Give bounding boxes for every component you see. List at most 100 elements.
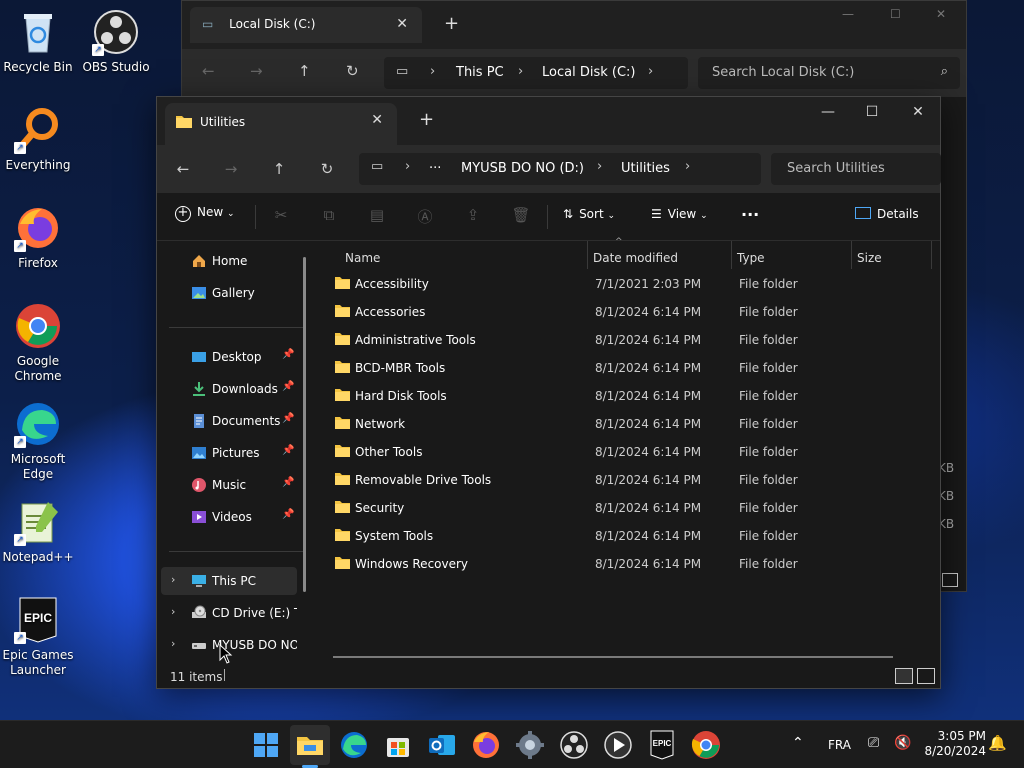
notifications-icon[interactable]: 🔔 bbox=[988, 734, 1007, 768]
back-arrow-icon[interactable]: ← bbox=[202, 62, 215, 80]
cut-icon[interactable]: ✂ bbox=[271, 206, 291, 226]
sidebar-item-documents[interactable]: Documents 📌 bbox=[161, 407, 297, 435]
desktop-icon-notepadpp[interactable]: ↗ Notepad++ bbox=[0, 498, 76, 565]
new-button[interactable]: + New ⌄ bbox=[175, 205, 235, 222]
maximize-icon[interactable]: ☐ bbox=[890, 7, 901, 21]
pin-icon[interactable]: 📌 bbox=[282, 381, 294, 392]
table-row[interactable]: Accessibility 7/1/2021 2:03 PM File folder bbox=[315, 269, 940, 297]
language-indicator[interactable]: FRA bbox=[828, 738, 851, 768]
search-box[interactable]: Search Local Disk (C:) ⌕ bbox=[698, 57, 960, 89]
breadcrumb-more[interactable]: ··· bbox=[429, 161, 441, 176]
pin-icon[interactable]: 📌 bbox=[282, 349, 294, 360]
store-icon[interactable] bbox=[382, 729, 414, 761]
tab-utilities[interactable]: Utilities ✕ bbox=[165, 103, 397, 145]
rename-icon[interactable]: Ⓐ bbox=[415, 206, 435, 226]
firefox-icon[interactable] bbox=[470, 729, 502, 761]
forward-arrow-icon[interactable]: → bbox=[250, 62, 263, 80]
refresh-icon[interactable]: ↻ bbox=[317, 159, 337, 179]
copy-icon[interactable]: ⧉ bbox=[319, 206, 339, 226]
delete-icon[interactable]: 🗑 bbox=[511, 206, 531, 226]
epic-games-icon[interactable]: EPIC bbox=[646, 729, 678, 761]
sidebar-item-home[interactable]: Home bbox=[161, 247, 297, 275]
chevron-right-icon[interactable]: › bbox=[171, 637, 175, 650]
forward-arrow-icon[interactable]: → bbox=[221, 159, 241, 179]
column-separator[interactable] bbox=[931, 241, 932, 269]
close-window-icon[interactable]: ✕ bbox=[936, 7, 946, 21]
up-arrow-icon[interactable]: ↑ bbox=[269, 159, 289, 179]
up-arrow-icon[interactable]: ↑ bbox=[298, 62, 311, 80]
chrome-icon[interactable] bbox=[690, 729, 722, 761]
file-explorer-icon[interactable] bbox=[294, 729, 326, 761]
pin-icon[interactable]: 📌 bbox=[282, 509, 294, 520]
column-separator[interactable] bbox=[851, 241, 852, 269]
table-row[interactable]: Administrative Tools 8/1/2024 6:14 PM File… bbox=[315, 325, 940, 353]
details-button[interactable]: Details bbox=[855, 207, 919, 221]
table-row[interactable]: Hard Disk Tools 8/1/2024 6:14 PM File fold… bbox=[315, 381, 940, 409]
view-button[interactable]: ☰ View ⌄ bbox=[651, 207, 708, 221]
table-row[interactable]: Removable Drive Tools 8/1/2024 6:14 PM Fil… bbox=[315, 465, 940, 493]
address-bar[interactable]: ▭ › ··· MYUSB DO NO (D:) › Utilities › bbox=[359, 153, 761, 185]
table-row[interactable]: Network 8/1/2024 6:14 PM File folder bbox=[315, 409, 940, 437]
clock[interactable]: 3:05 PM 8/20/2024 bbox=[922, 729, 986, 768]
chevron-right-icon[interactable]: › bbox=[171, 605, 175, 618]
paste-icon[interactable]: ▤ bbox=[367, 206, 387, 226]
network-icon[interactable]: ⎚ bbox=[868, 735, 879, 768]
start-icon[interactable] bbox=[250, 729, 282, 761]
new-tab-icon[interactable]: + bbox=[444, 13, 459, 34]
column-header-type[interactable]: Type bbox=[737, 241, 765, 269]
pin-icon[interactable]: 📌 bbox=[282, 445, 294, 456]
desktop-icon-obs[interactable]: ↗ OBS Studio bbox=[78, 8, 154, 75]
desktop-icon-edge[interactable]: ↗ Microsoft Edge bbox=[0, 400, 76, 482]
outlook-icon[interactable] bbox=[426, 729, 458, 761]
close-tab-icon[interactable]: ✕ bbox=[396, 16, 408, 32]
details-view-icon[interactable] bbox=[895, 668, 913, 684]
sidebar-item-downloads[interactable]: Downloads 📌 bbox=[161, 375, 297, 403]
desktop-icon-recycle-bin[interactable]: Recycle Bin bbox=[0, 8, 76, 75]
explorer-window-utilities[interactable]: Utilities ✕ + — ☐ ✕ ← → ↑ ↻ ▭ › ··· MYUS… bbox=[156, 96, 941, 689]
desktop-icon-epic-games[interactable]: EPIC ↗ Epic Games Launcher bbox=[0, 596, 76, 678]
column-separator[interactable] bbox=[731, 241, 732, 269]
minimize-icon[interactable]: — bbox=[842, 7, 854, 21]
minimize-icon[interactable]: — bbox=[805, 97, 851, 129]
table-row[interactable]: Security 8/1/2024 6:14 PM File folder bbox=[315, 493, 940, 521]
sidebar-item-music[interactable]: Music 📌 bbox=[161, 471, 297, 499]
table-row[interactable]: Accessories 8/1/2024 6:14 PM File folder bbox=[315, 297, 940, 325]
address-bar[interactable]: ▭ › This PC › Local Disk (C:) › bbox=[384, 57, 688, 89]
details-view-icon[interactable] bbox=[942, 573, 958, 587]
search-input[interactable]: Search Utilities bbox=[771, 153, 941, 185]
sort-button[interactable]: ⇅ Sort ⌄ bbox=[563, 207, 615, 221]
volume-muted-icon[interactable]: 🔇 bbox=[894, 735, 911, 768]
close-tab-icon[interactable]: ✕ bbox=[371, 112, 383, 128]
table-row[interactable]: BCD-MBR Tools 8/1/2024 6:14 PM File folder bbox=[315, 353, 940, 381]
column-header-name[interactable]: Name bbox=[345, 241, 380, 269]
refresh-icon[interactable]: ↻ bbox=[346, 62, 359, 80]
table-row[interactable]: Other Tools 8/1/2024 6:14 PM File folder bbox=[315, 437, 940, 465]
sidebar-item-desktop[interactable]: Desktop 📌 bbox=[161, 343, 297, 371]
horizontal-scrollbar[interactable] bbox=[333, 656, 893, 658]
tiles-view-icon[interactable] bbox=[917, 668, 935, 684]
desktop-icon-everything[interactable]: ↗ Everything bbox=[0, 106, 76, 173]
table-row[interactable]: System Tools 8/1/2024 6:14 PM File folder bbox=[315, 521, 940, 549]
maximize-icon[interactable]: ☐ bbox=[849, 97, 895, 129]
column-separator[interactable] bbox=[587, 241, 588, 269]
chevron-right-icon[interactable]: › bbox=[171, 573, 175, 586]
settings-icon[interactable] bbox=[514, 729, 546, 761]
desktop-icon-chrome[interactable]: Google Chrome bbox=[0, 302, 76, 384]
sidebar-item-videos[interactable]: Videos 📌 bbox=[161, 503, 297, 531]
column-header-date[interactable]: Date modified bbox=[593, 241, 678, 269]
more-options-button[interactable]: ··· bbox=[741, 205, 759, 224]
sidebar-item-gallery[interactable]: Gallery bbox=[161, 279, 297, 307]
pin-icon[interactable]: 📌 bbox=[282, 413, 294, 424]
column-header-size[interactable]: Size bbox=[857, 241, 882, 269]
close-window-icon[interactable]: ✕ bbox=[895, 97, 941, 129]
new-tab-icon[interactable]: + bbox=[419, 109, 434, 130]
pin-icon[interactable]: 📌 bbox=[282, 477, 294, 488]
breadcrumb-drive[interactable]: MYUSB DO NO (D:) bbox=[461, 161, 584, 176]
breadcrumb-folder[interactable]: Utilities bbox=[621, 161, 670, 176]
share-icon[interactable]: ⇪ bbox=[463, 206, 483, 226]
desktop-icon-firefox[interactable]: ↗ Firefox bbox=[0, 204, 76, 271]
table-row[interactable]: Windows Recovery 8/1/2024 6:14 PM File fol… bbox=[315, 549, 940, 577]
tab-local-disk[interactable]: ▭ Local Disk (C:) ✕ bbox=[190, 7, 422, 43]
sidebar-item-this-pc[interactable]: › This PC bbox=[161, 567, 297, 595]
sidebar-scrollbar[interactable] bbox=[303, 257, 306, 592]
